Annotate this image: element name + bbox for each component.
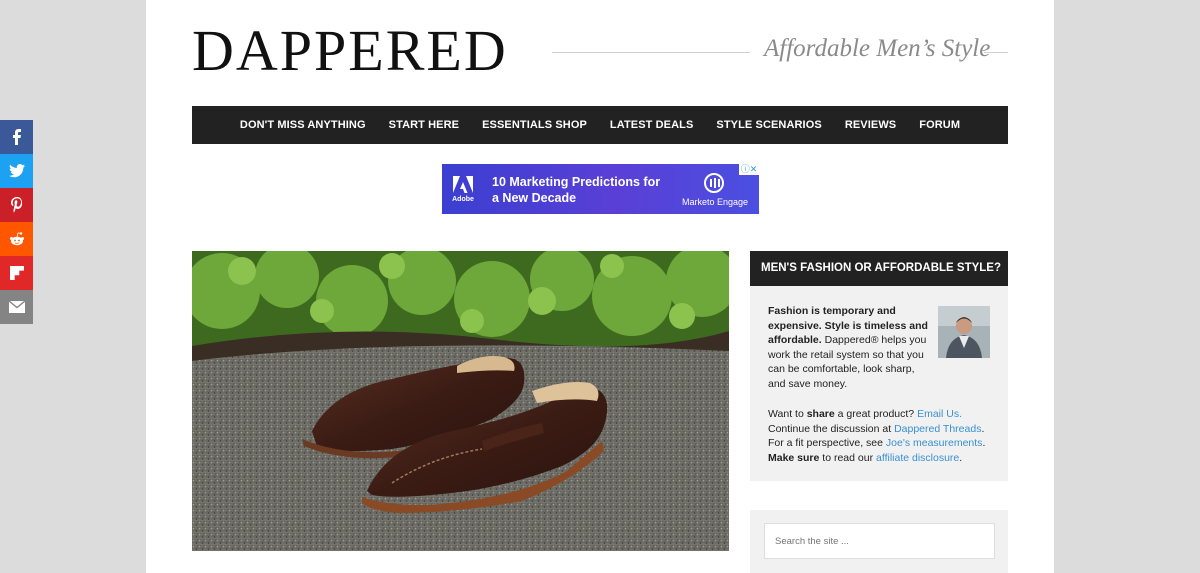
adobe-logo: Adobe: [450, 174, 476, 206]
facebook-icon: [12, 129, 21, 145]
ad-close-icon[interactable]: ⓘ✕: [739, 164, 759, 175]
nav-item-dont-miss-anything[interactable]: DON'T MISS ANYTHING: [240, 119, 366, 131]
ad-subtitle: Marketo Engage: [682, 197, 749, 207]
flipboard-icon: [9, 266, 24, 280]
nav-item-style-scenarios[interactable]: STYLE SCENARIOS: [716, 119, 821, 131]
twitter-share-button[interactable]: [0, 154, 33, 188]
reddit-share-button[interactable]: [0, 222, 33, 256]
sidebar-widget-title: MEN'S FASHION OR AFFORDABLE STYLE?: [750, 251, 1008, 286]
hero-image[interactable]: [192, 251, 729, 551]
sidebar-about-widget: Fashion is temporary and expensive. Styl…: [750, 286, 1008, 481]
flipboard-share-button[interactable]: [0, 256, 33, 290]
author-photo: [938, 306, 990, 358]
header-divider-left: [552, 52, 750, 53]
fit-text: For a fit perspective, see: [768, 437, 886, 449]
facebook-share-button[interactable]: [0, 120, 33, 154]
share-text-a: Want to: [768, 408, 807, 420]
search-widget: [750, 510, 1008, 573]
email-us-link[interactable]: Email Us.: [917, 408, 962, 420]
dappered-threads-link[interactable]: Dappered Threads: [894, 423, 981, 435]
nav-item-start-here[interactable]: START HERE: [389, 119, 459, 131]
sidebar-intro: Fashion is temporary and expensive. Styl…: [768, 304, 932, 391]
nav-item-latest-deals[interactable]: LATEST DEALS: [610, 119, 694, 131]
affiliate-disclosure-link[interactable]: affiliate disclosure: [876, 452, 959, 464]
pinterest-share-button[interactable]: [0, 188, 33, 222]
make-sure-bold: Make sure: [768, 451, 820, 464]
ad-headline: 10 Marketing Predictions for a New Decad…: [492, 175, 661, 205]
twitter-icon: [8, 164, 25, 178]
disclosure-period: .: [959, 451, 963, 464]
pinterest-icon: [10, 197, 22, 213]
marketo-icon: [704, 173, 724, 193]
discussion-period: .: [981, 422, 985, 435]
adobe-icon: [453, 176, 473, 193]
page-container: DAPPERED Affordable Men’s Style DON'T MI…: [146, 0, 1054, 573]
fit-period: .: [982, 437, 986, 449]
author-avatar: [938, 306, 990, 358]
header-divider-right: [984, 52, 1008, 53]
sidebar-links: Want to share a great product? Email Us.…: [768, 407, 998, 465]
disclosure-text: to read our: [819, 451, 876, 464]
nav-item-forum[interactable]: FORUM: [919, 119, 960, 131]
site-tagline: Affordable Men’s Style: [764, 35, 991, 62]
email-share-button[interactable]: [0, 290, 33, 324]
share-text-bold: share: [806, 408, 835, 420]
nav-item-reviews[interactable]: REVIEWS: [845, 119, 896, 131]
ad-brand: Adobe: [452, 196, 474, 203]
social-share-bar: [0, 120, 33, 324]
reddit-icon: [9, 232, 24, 246]
share-text-c: a great product?: [834, 408, 918, 420]
penny-loafers-photo: [192, 251, 729, 551]
search-input[interactable]: [764, 523, 995, 559]
nav-item-essentials-shop[interactable]: ESSENTIALS SHOP: [482, 119, 587, 131]
ad-banner[interactable]: Adobe 10 Marketing Predictions for a New…: [442, 164, 759, 214]
discussion-text: Continue the discussion at: [768, 422, 895, 435]
site-logo[interactable]: DAPPERED: [192, 22, 508, 80]
joes-measurements-link[interactable]: Joe's measurements: [886, 437, 983, 449]
email-icon: [8, 301, 25, 313]
main-nav: DON'T MISS ANYTHING START HERE ESSENTIAL…: [192, 106, 1008, 144]
